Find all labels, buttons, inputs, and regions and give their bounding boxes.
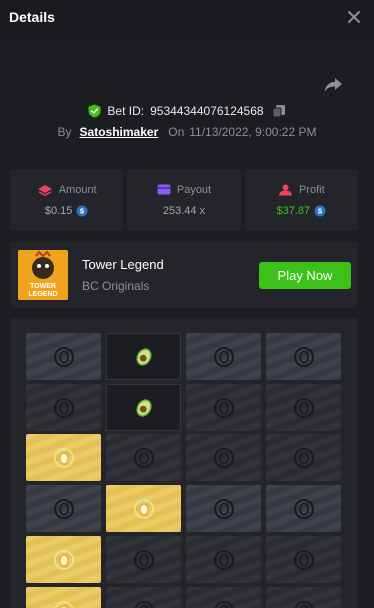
coin-slot-icon bbox=[53, 498, 75, 520]
tile-hidden bbox=[186, 587, 261, 608]
tile-avocado bbox=[106, 333, 181, 380]
egg-icon bbox=[53, 447, 75, 469]
coin-slot-icon bbox=[293, 447, 315, 469]
game-thumbnail[interactable]: TOWER LEGEND bbox=[18, 250, 68, 300]
tile-hidden bbox=[186, 485, 261, 532]
coin-slot-icon bbox=[293, 600, 315, 608]
close-icon[interactable] bbox=[346, 9, 362, 25]
profit-icon bbox=[278, 184, 293, 196]
tile-hidden bbox=[186, 434, 261, 481]
bet-id-row: Bet ID: 95344344076124568 bbox=[0, 101, 374, 121]
tile-avocado bbox=[106, 384, 181, 431]
coin-slot-icon bbox=[213, 397, 235, 419]
header: Details bbox=[0, 0, 374, 42]
game-card: TOWER LEGEND Tower Legend BC Originals P… bbox=[10, 242, 358, 308]
coin-slot-icon bbox=[293, 346, 315, 368]
coin-slot-icon bbox=[133, 600, 155, 608]
bet-meta-row: By Satoshimaker On 11/13/2022, 9:00:22 P… bbox=[0, 123, 374, 141]
amount-label: Amount bbox=[59, 184, 97, 196]
coin-slot-icon bbox=[213, 346, 235, 368]
share-icon[interactable] bbox=[323, 76, 343, 94]
tile-hidden bbox=[266, 333, 341, 380]
amount-value: $0.15 bbox=[45, 205, 73, 217]
tower-board bbox=[10, 318, 358, 608]
tile-egg bbox=[26, 536, 101, 583]
stats-row: Amount $0.15 $ Payout 253.44 x bbox=[10, 169, 358, 231]
coin-icon: $ bbox=[314, 205, 326, 217]
payout-label: Payout bbox=[177, 184, 211, 196]
tile-hidden bbox=[266, 384, 341, 431]
tile-egg bbox=[26, 587, 101, 608]
tile-hidden bbox=[26, 485, 101, 532]
user-link[interactable]: Satoshimaker bbox=[80, 125, 159, 139]
copy-icon[interactable] bbox=[272, 104, 286, 118]
game-name[interactable]: Tower Legend bbox=[82, 257, 164, 272]
avocado-icon bbox=[133, 346, 155, 368]
egg-icon bbox=[53, 549, 75, 571]
thumb-text-line2: LEGEND bbox=[28, 291, 57, 298]
tile-hidden bbox=[106, 434, 181, 481]
shield-icon bbox=[88, 104, 101, 118]
bet-datetime: 11/13/2022, 9:00:22 PM bbox=[189, 125, 316, 139]
play-now-button[interactable]: Play Now bbox=[259, 262, 351, 289]
on-label: On bbox=[168, 125, 184, 139]
coin-slot-icon bbox=[53, 346, 75, 368]
by-label: By bbox=[58, 125, 72, 139]
tile-hidden bbox=[106, 536, 181, 583]
page-title: Details bbox=[9, 9, 55, 25]
coin-slot-icon bbox=[133, 447, 155, 469]
amount-icon bbox=[37, 184, 53, 196]
coin-slot-icon bbox=[213, 600, 235, 608]
game-provider: BC Originals bbox=[82, 279, 149, 293]
coin-slot-icon bbox=[213, 498, 235, 520]
bet-id-label: Bet ID: bbox=[107, 104, 144, 118]
tile-hidden bbox=[106, 587, 181, 608]
egg-icon bbox=[133, 498, 155, 520]
game-thumbnail-art: TOWER LEGEND bbox=[18, 250, 68, 300]
tile-hidden bbox=[26, 384, 101, 431]
coin-slot-icon bbox=[133, 549, 155, 571]
coin-icon: $ bbox=[76, 205, 88, 217]
tile-hidden bbox=[266, 536, 341, 583]
avocado-icon bbox=[133, 397, 155, 419]
coin-slot-icon bbox=[213, 549, 235, 571]
tile-hidden bbox=[186, 333, 261, 380]
coin-slot-icon bbox=[53, 397, 75, 419]
coin-slot-icon bbox=[293, 498, 315, 520]
tile-egg bbox=[26, 434, 101, 481]
payout-icon bbox=[157, 184, 171, 195]
tile-hidden bbox=[266, 434, 341, 481]
tile-hidden bbox=[26, 333, 101, 380]
tile-hidden bbox=[266, 587, 341, 608]
tile-hidden bbox=[186, 536, 261, 583]
tile-hidden bbox=[186, 384, 261, 431]
profit-card: Profit $37.87 $ bbox=[245, 169, 358, 231]
coin-slot-icon bbox=[213, 447, 235, 469]
bet-id-value: 95344344076124568 bbox=[150, 104, 263, 118]
profit-value: $37.87 bbox=[276, 205, 310, 217]
thumb-text-line1: TOWER bbox=[30, 283, 56, 290]
payout-card: Payout 253.44 x bbox=[127, 169, 240, 231]
coin-slot-icon bbox=[293, 397, 315, 419]
coin-slot-icon bbox=[293, 549, 315, 571]
amount-card: Amount $0.15 $ bbox=[10, 169, 123, 231]
tile-egg bbox=[106, 485, 181, 532]
egg-icon bbox=[53, 600, 75, 608]
payout-value: 253.44 x bbox=[163, 205, 205, 217]
tile-hidden bbox=[266, 485, 341, 532]
profit-label: Profit bbox=[299, 184, 325, 196]
